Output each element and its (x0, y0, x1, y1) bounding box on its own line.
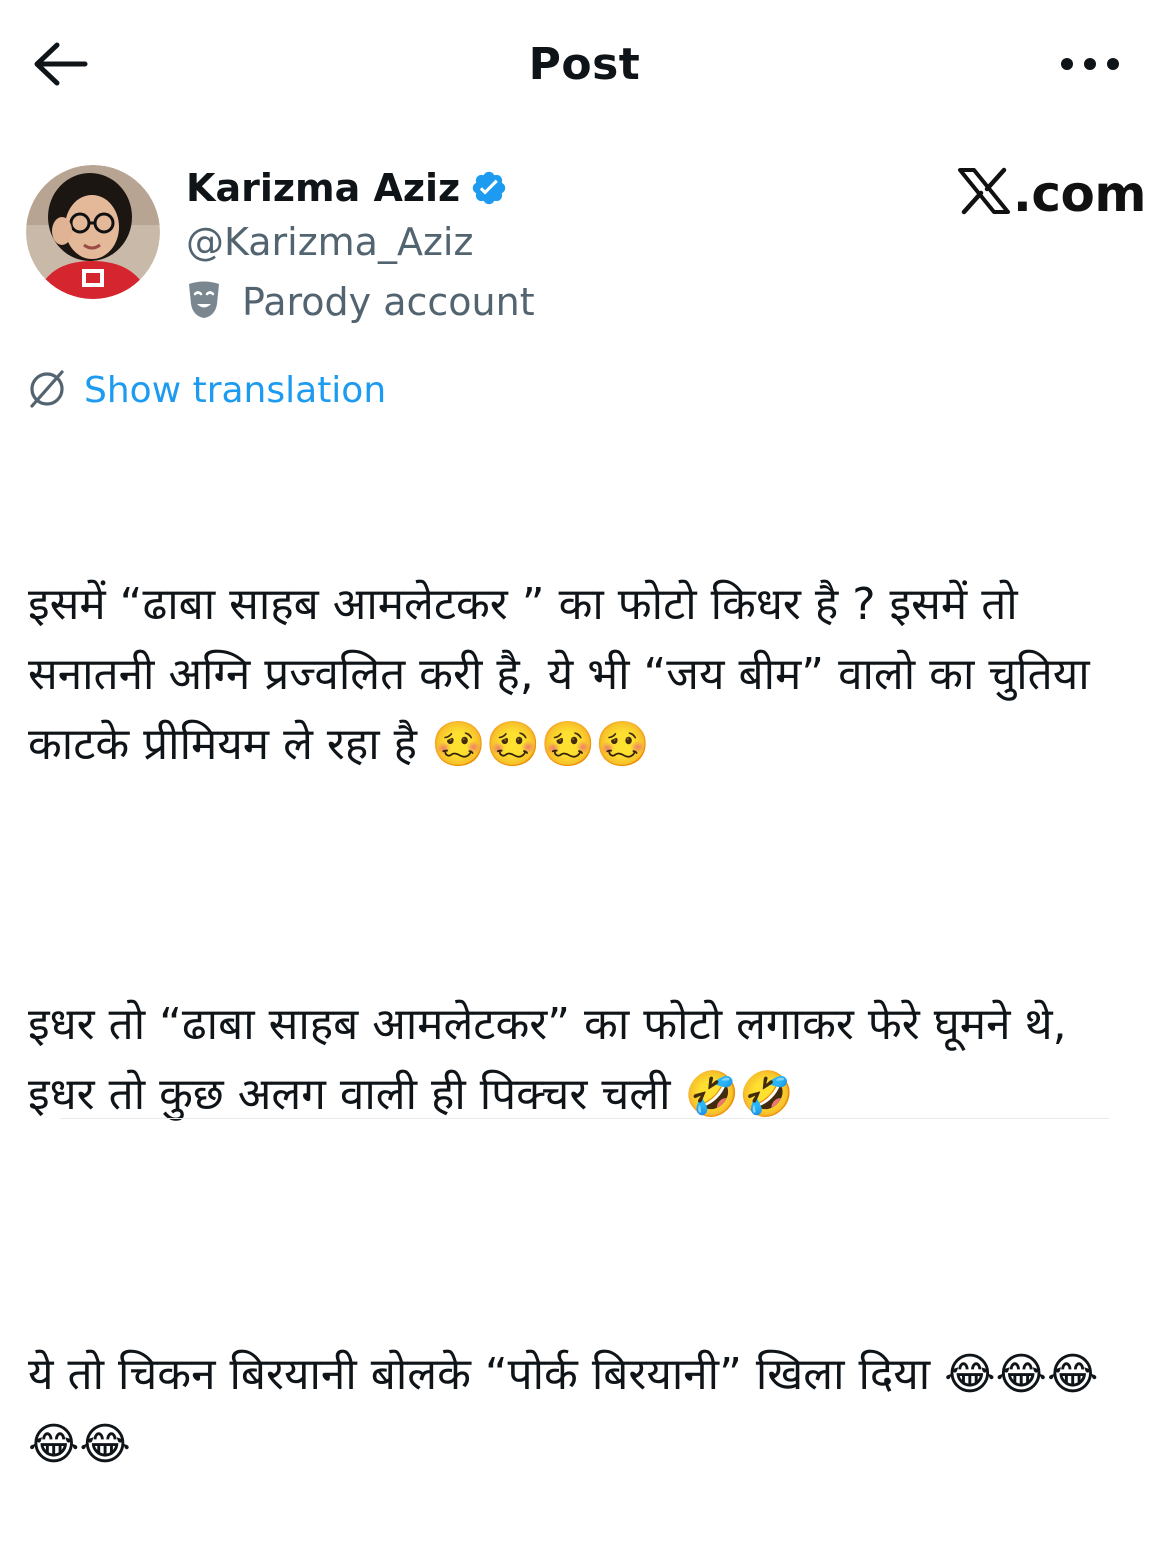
author-name-row: Karizma Aziz (186, 165, 508, 211)
more-options-button[interactable] (1055, 40, 1125, 90)
x-com-watermark: .com (957, 163, 1147, 223)
avatar[interactable] (26, 165, 160, 299)
author-name[interactable]: Karizma Aziz (186, 165, 460, 211)
divider (60, 1118, 1109, 1119)
post-paragraph: इसमें “ढाबा साहब आमलेटकर ” का फोटो किधर … (28, 579, 1104, 770)
post-text: इसमें “ढाबा साहब आमलेटकर ” का फोटो किधर … (28, 430, 1138, 1550)
theater-mask-icon (186, 280, 222, 324)
more-horizontal-icon (1060, 56, 1120, 75)
show-translation-link[interactable]: Show translation (26, 368, 386, 414)
x-logo-icon (957, 163, 1013, 223)
parody-account-text: Parody account (242, 280, 535, 324)
watermark-domain: .com (1012, 165, 1147, 223)
page-title: Post (528, 39, 641, 90)
parody-label: Parody account (186, 279, 535, 325)
post-paragraph: ये तो चिकन बिरयानी बोलके “पोर्क बिरयानी”… (28, 1349, 1099, 1470)
post-author: Karizma Aziz @Karizma_Aziz Parody accoun… (26, 163, 1147, 335)
top-bar: Post (0, 0, 1169, 130)
translate-globe-icon (26, 368, 68, 414)
author-handle[interactable]: @Karizma_Aziz (186, 219, 473, 265)
show-translation-label: Show translation (84, 370, 387, 411)
post-paragraph: इधर तो “ढाबा साहब आमलेटकर” का फोटो लगाकर… (28, 999, 1081, 1120)
verified-badge-icon (470, 169, 508, 207)
